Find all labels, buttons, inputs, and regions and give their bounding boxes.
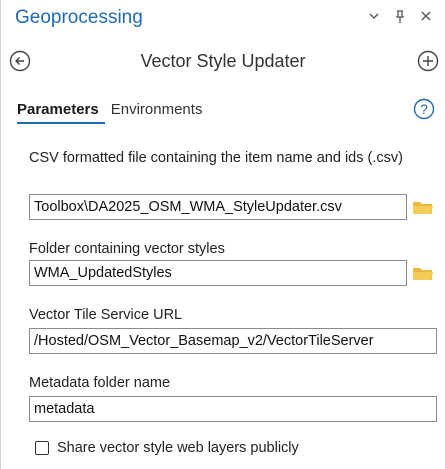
geoprocessing-pane: Geoprocessing Vector Style Updater Param…: [0, 0, 445, 469]
add-icon: [417, 50, 439, 72]
vts-url-value: /Hosted/OSM_Vector_Basemap_v2/VectorTile…: [34, 333, 374, 349]
tab-environments[interactable]: Environments: [111, 101, 209, 124]
vts-url-input[interactable]: /Hosted/OSM_Vector_Basemap_v2/VectorTile…: [29, 328, 437, 354]
svg-text:?: ?: [420, 101, 428, 117]
styles-folder-browse-button[interactable]: [411, 262, 435, 284]
pane-header-controls: [367, 10, 433, 24]
share-publicly-label: Share vector style web layers publicly: [57, 440, 299, 456]
csv-param-label: CSV formatted file containing the item n…: [29, 150, 403, 166]
csv-file-input[interactable]: Toolbox\DA2025_OSM_WMA_StyleUpdater.csv: [29, 194, 407, 220]
help-icon: ?: [413, 98, 435, 120]
close-icon[interactable]: [419, 10, 433, 24]
pin-icon[interactable]: [393, 10, 407, 24]
metadata-folder-input[interactable]: metadata: [29, 396, 437, 422]
vts-url-label: Vector Tile Service URL: [29, 307, 183, 323]
tool-title: Vector Style Updater: [140, 51, 306, 71]
tab-parameters[interactable]: Parameters: [17, 101, 105, 124]
share-publicly-row[interactable]: Share vector style web layers publicly: [35, 440, 299, 456]
chevron-down-icon[interactable]: [367, 10, 381, 24]
csv-browse-button[interactable]: [411, 196, 435, 218]
styles-folder-label: Folder containing vector styles: [29, 241, 225, 257]
styles-folder-input[interactable]: WMA_UpdatedStyles: [29, 260, 407, 286]
folder-icon: [413, 202, 433, 214]
add-button[interactable]: [417, 50, 439, 72]
help-button[interactable]: ?: [413, 98, 435, 120]
metadata-folder-label: Metadata folder name: [29, 375, 171, 391]
share-publicly-checkbox[interactable]: [35, 441, 49, 455]
tab-strip: Parameters Environments: [17, 101, 208, 124]
csv-file-value: Toolbox\DA2025_OSM_WMA_StyleUpdater.csv: [34, 199, 342, 215]
pane-title: Geoprocessing: [15, 7, 143, 28]
folder-icon: [413, 268, 433, 280]
